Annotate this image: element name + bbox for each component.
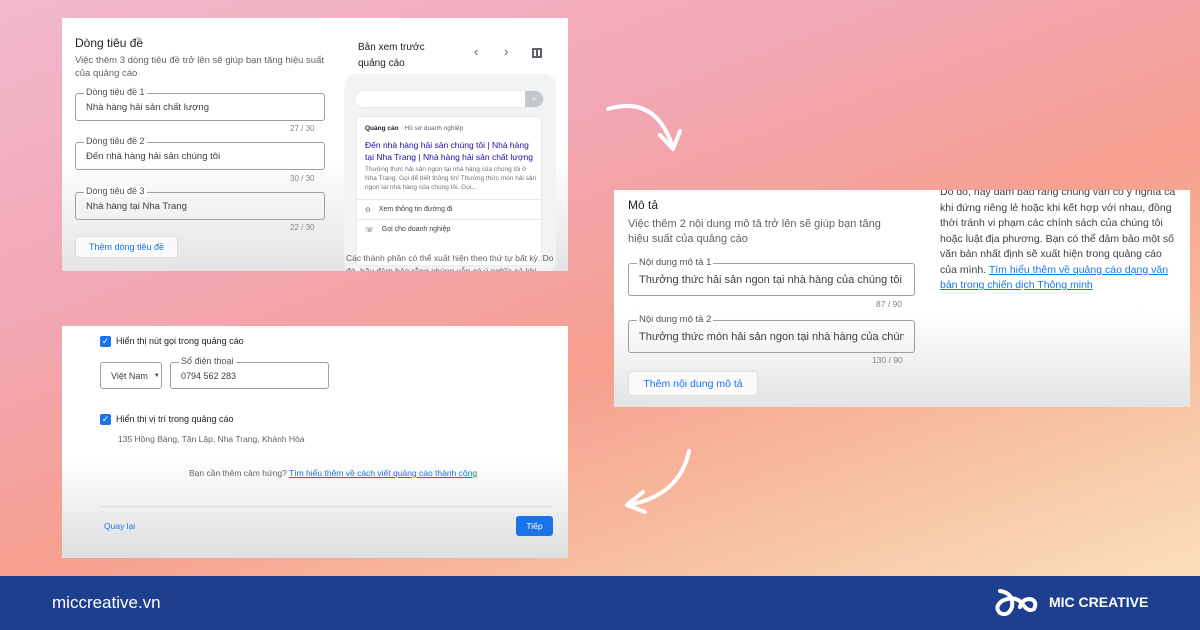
location-pin-icon: ⊙ [365,206,371,214]
add-headline-button[interactable]: Thêm dòng tiêu đề [75,236,178,258]
description-1-input[interactable]: Nội dung mô tả 1 Thưởng thức hải sản ngon… [628,257,915,296]
headline-1-count: 27 / 30 [290,124,315,133]
add-description-button[interactable]: Thêm nội dung mô tả [628,371,758,396]
directions-action[interactable]: ⊙ Xem thông tin đường đi [357,199,543,219]
call-button-checkbox[interactable]: ✓ [100,336,111,347]
location-checkbox[interactable]: ✓ [100,414,111,425]
descriptions-title: Mô tả [628,198,659,212]
field-label: Dòng tiêu đề 3 [84,186,147,197]
brand-name: MIC CREATIVE [1049,594,1149,610]
curved-arrow-icon [606,103,682,151]
field-value: 0794 562 283 [181,370,237,381]
phone-icon: ☏ [365,226,374,234]
field-label: Số điện thoại [179,356,236,367]
back-button[interactable]: Quay lại [104,521,135,531]
inspiration-text: Bạn cần thêm cảm hứng? Tìm hiểu thêm về … [189,468,477,478]
ad-headline[interactable]: Đến nhà hàng hải sản chúng tôi | Nhà hàn… [365,139,537,163]
search-icon: ⌕ [525,91,543,107]
ad-card: Quảng cáo · Hồ sơ doanh nghiệp Đến nhà h… [356,116,543,266]
headlines-subtitle: Việc thêm 3 dòng tiêu đề trở lên sẽ giúp… [75,55,325,79]
headline-3-input[interactable]: Dòng tiêu đề 3 Nhà hàng tại Nha Trang [75,186,325,220]
descriptions-panel: Mô tả Việc thêm 2 nội dung mô tả trở lên… [614,190,1190,407]
call-button-label: Hiển thị nút gọi trong quảng cáo [116,336,244,346]
headline-1-input[interactable]: Dòng tiêu đề 1 Nhà hàng hải sản chất lượn… [75,87,325,121]
address-text: 135 Hồng Bàng, Tân Lập, Nha Trang, Khánh… [118,434,305,444]
preview-title: Bản xem trước quảng cáo [358,42,425,69]
field-value: Thưởng thức món hải sản ngon tại nhà hàn… [639,330,904,343]
field-label: Nội dung mô tả 2 [637,314,714,325]
headlines-panel: Dòng tiêu đề Việc thêm 3 dòng tiêu đề tr… [62,18,568,271]
descriptions-subtitle: Việc thêm 2 nội dung mô tả trở lên sẽ gi… [628,218,881,245]
call-action[interactable]: ☏ Gọi cho doanh nghiệp [357,219,543,239]
ad-label: Quảng cáo [365,125,399,132]
contact-panel: ✓ Hiển thị nút gọi trong quảng cáo Việt … [62,326,568,558]
field-value: Thưởng thức hải sản ngon tại nhà hàng củ… [639,273,904,286]
chevron-left-icon[interactable]: ‹ [474,44,478,59]
field-label: Dòng tiêu đề 2 [84,136,147,147]
field-label: Dòng tiêu đề 1 [84,87,147,98]
description-2-input[interactable]: Nội dung mô tả 2 Thưởng thức món hải sản … [628,314,915,353]
description-2-count: 130 / 90 [872,355,903,365]
inspiration-label: Bạn cần thêm cảm hứng? [189,468,290,478]
headlines-title: Dòng tiêu đề [75,36,144,50]
action-label: Xem thông tin đường đi [378,206,453,213]
dropdown-arrow-icon: ▼ [153,372,160,379]
columns-icon[interactable] [532,48,542,58]
field-label: Nội dung mô tả 1 [637,257,714,268]
preview-search-bar: ⌕ [354,90,544,108]
next-button[interactable]: Tiếp [516,516,553,536]
descriptions-side-text: Do đó, hãy đảm bảo rằng chúng vẫn có ý n… [940,190,1180,294]
divider [100,506,552,507]
ad-description: Thưởng thức hải sản ngon tại nhà hàng củ… [365,166,537,191]
mic-creative-logo-icon [995,589,1038,617]
headline-2-input[interactable]: Dòng tiêu đề 2 Đến nhà hàng hải sản chúng… [75,136,325,170]
website-text: miccreative.vn [52,593,161,612]
field-value: Đến nhà hàng hải sản chúng tôi [86,150,221,162]
curved-arrow-icon [625,449,691,514]
location-label: Hiển thị vị trí trong quảng cáo [116,414,234,424]
country-value: Việt Nam [111,370,148,381]
footer-bar: miccreative.vn MIC CREATIVE [0,576,1200,630]
chevron-right-icon[interactable]: › [504,44,508,59]
headline-2-count: 30 / 30 [290,174,315,183]
phone-input[interactable]: Số điện thoại 0794 562 283 [170,356,329,389]
headline-3-count: 22 / 30 [290,223,315,232]
description-1-count: 87 / 90 [876,299,902,309]
field-value: Nhà hàng tại Nha Trang [86,200,187,212]
inspiration-link[interactable]: Tìm hiểu thêm về cách viết quảng cáo thà… [289,468,477,478]
preview-note: Các thành phần có thể xuất hiện theo thứ… [346,253,554,271]
country-select[interactable]: Việt Nam ▼ [100,362,162,389]
phone-mockup: ⌕ Quảng cáo · Hồ sơ doanh nghiệp Đến nhà… [344,74,556,271]
ad-source: · Hồ sơ doanh nghiệp [400,125,464,132]
action-label: Gọi cho doanh nghiệp [381,226,451,233]
field-value: Nhà hàng hải sản chất lượng [86,101,209,113]
